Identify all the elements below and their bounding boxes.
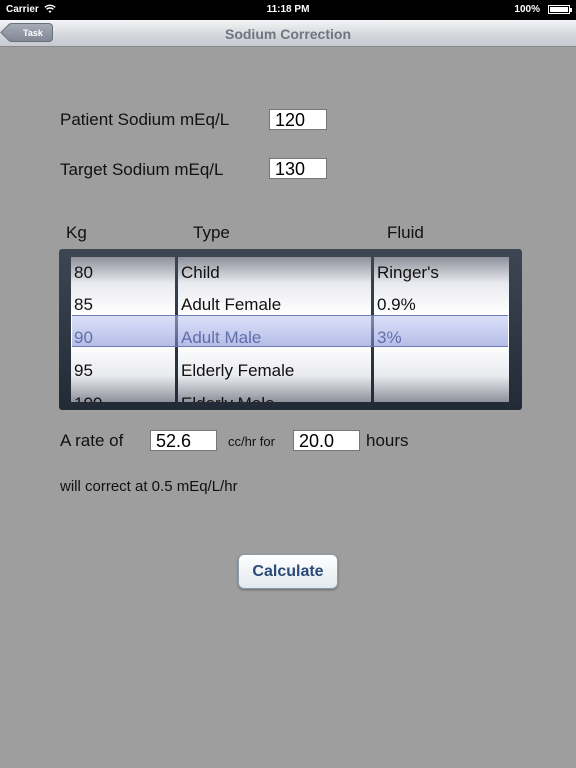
calculate-button[interactable]: Calculate xyxy=(238,554,338,589)
battery-icon xyxy=(548,5,572,14)
patient-sodium-label: Patient Sodium mEq/L xyxy=(60,110,230,129)
clock: 11:18 PM xyxy=(266,4,310,15)
status-bar: Carrier 11:18 PM 100% xyxy=(0,0,576,20)
rate-unit-label: cc/hr for xyxy=(228,434,275,449)
type-column-header: Type xyxy=(193,223,230,242)
target-sodium-input[interactable]: 130 xyxy=(269,158,327,179)
hours-value-field[interactable]: 20.0 xyxy=(293,430,360,451)
picker-selection-indicator xyxy=(72,315,508,347)
type-option[interactable]: Adult Female xyxy=(181,295,281,315)
fluid-column-header: Fluid xyxy=(387,223,424,242)
type-option[interactable]: Child xyxy=(181,263,220,283)
kg-option[interactable]: 85 xyxy=(74,295,93,315)
hours-label: hours xyxy=(366,431,409,450)
kg-option[interactable]: 95 xyxy=(74,361,93,381)
rate-value-field[interactable]: 52.6 xyxy=(150,430,217,451)
type-option[interactable]: Elderly Male xyxy=(181,394,275,402)
fluid-option[interactable]: Ringer's xyxy=(377,263,439,283)
page-title: Sodium Correction xyxy=(224,26,351,42)
back-button-label: Task xyxy=(23,28,43,38)
patient-picker[interactable]: 80 85 90 95 100 Child Adult Female Adult… xyxy=(59,249,522,410)
battery-percent: 100% xyxy=(514,4,540,15)
correction-summary: will correct at 0.5 mEq/L/hr xyxy=(60,478,238,495)
kg-option[interactable]: 100 xyxy=(74,394,102,402)
kg-column-header: Kg xyxy=(66,223,87,242)
kg-option[interactable]: 80 xyxy=(74,263,93,283)
nav-bar: Task Sodium Correction xyxy=(0,20,576,47)
target-sodium-label: Target Sodium mEq/L xyxy=(60,160,224,179)
type-option[interactable]: Elderly Female xyxy=(181,361,294,381)
patient-sodium-input[interactable]: 120 xyxy=(269,109,327,130)
rate-prefix-label: A rate of xyxy=(60,431,124,450)
fluid-option[interactable]: 0.9% xyxy=(377,295,416,315)
